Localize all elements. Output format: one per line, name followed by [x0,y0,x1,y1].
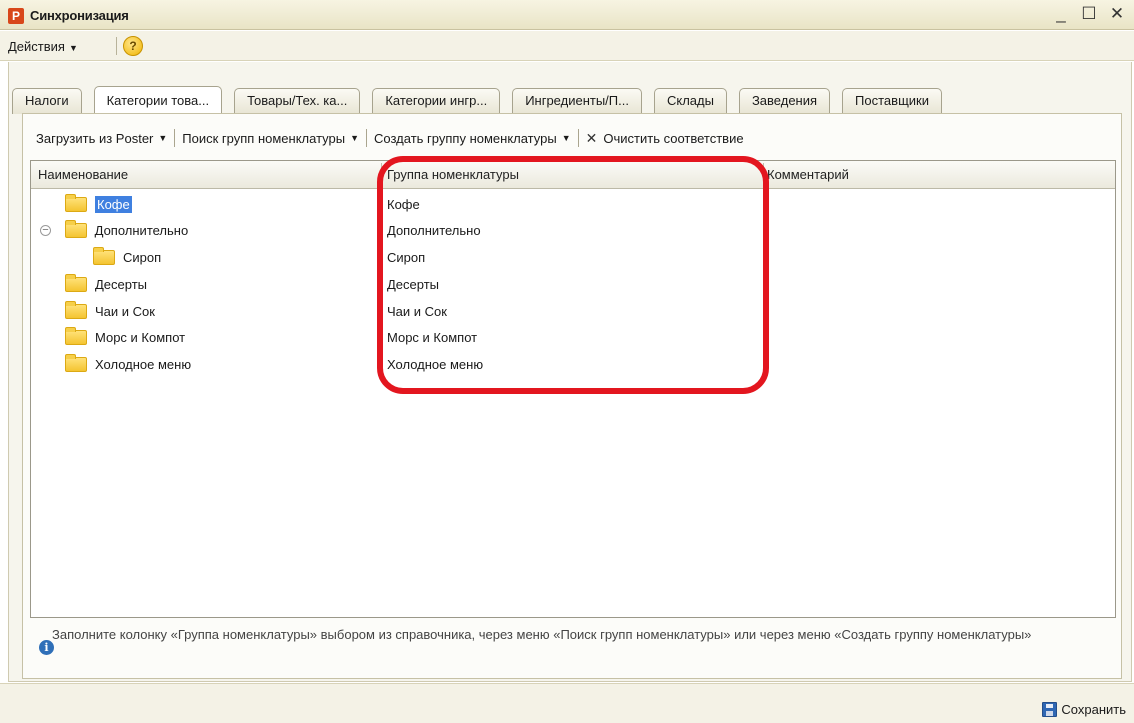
load-from-poster-button[interactable]: Загрузить из Poster ▼ [36,131,167,146]
tab-suppliers[interactable]: Поставщики [842,88,942,114]
table-header: Наименование Группа номенклатуры Коммент… [31,161,1115,189]
table-row[interactable]: Десерты [65,272,147,298]
column-divider[interactable] [763,163,764,187]
row-group-cell[interactable]: Чаи и Сок [387,299,447,325]
tab-ingredients[interactable]: Ингредиенты/П... [512,88,642,114]
row-group-cell[interactable]: Сироп [387,245,425,271]
toolbar-separator [174,129,176,147]
save-button[interactable]: Сохранить [1042,702,1126,717]
folder-icon [93,246,115,265]
column-header-name[interactable]: Наименование [38,167,128,182]
minimize-icon[interactable]: _ [1052,4,1070,24]
load-from-poster-label: Загрузить из Poster [36,130,154,146]
tab-strip: Налоги Категории това... Товары/Тех. ка.… [12,86,954,114]
column-header-group[interactable]: Группа номенклатуры [387,167,519,182]
tab-establishments[interactable]: Заведения [738,88,831,114]
chevron-down-icon: ▼ [561,133,571,143]
maximize-icon[interactable]: ☐ [1080,4,1098,24]
table-row[interactable]: − Дополнительно [40,218,188,244]
collapse-icon[interactable]: − [40,225,51,237]
row-name: Кофе [95,196,132,213]
grid-toolbar: Загрузить из Poster ▼ Поиск групп номенкл… [36,128,744,148]
folder-icon [65,273,87,292]
tab-products[interactable]: Товары/Тех. ка... [234,88,361,114]
chevron-down-icon: ▼ [68,43,78,53]
folder-icon [65,326,87,345]
table-row[interactable]: Морс и Компот [65,325,185,351]
chevron-down-icon: ▼ [350,133,360,143]
folder-icon [64,219,87,238]
row-name: Морс и Компот [95,330,186,345]
clear-mapping-label: Очистить соответствие [603,130,744,146]
column-header-comment[interactable]: Комментарий [767,167,849,182]
column-divider[interactable] [381,163,382,187]
tab-ingredient-categories[interactable]: Категории ингр... [372,88,501,114]
toolbar-separator [366,129,368,147]
chevron-down-icon: ▼ [158,133,168,143]
table-row[interactable]: Холодное меню [65,352,191,378]
row-group-cell[interactable]: Дополнительно [387,218,481,244]
row-name: Дополнительно [94,223,189,238]
table-row[interactable]: Сироп [93,245,161,271]
save-label: Сохранить [1061,702,1126,717]
row-group-cell[interactable]: Десерты [387,272,439,298]
actions-menu-label: Действия [8,39,65,54]
mapping-table[interactable]: Наименование Группа номенклатуры Коммент… [30,160,1116,618]
search-groups-label: Поиск групп номенклатуры [182,130,346,146]
row-name: Холодное меню [95,357,192,372]
row-group-cell[interactable]: Холодное меню [387,352,483,378]
row-group-cell[interactable]: Морс и Компот [387,325,477,351]
window-controls: _ ☐ ✕ [1052,4,1126,24]
footer-bar: Сохранить [0,683,1134,723]
close-icon[interactable]: ✕ [1108,4,1126,24]
hint-text: Заполните колонку «Группа номенклатуры» … [52,627,1032,642]
tab-taxes[interactable]: Налоги [12,88,82,114]
row-group-cell[interactable]: Кофе [387,192,420,218]
row-name: Чаи и Сок [95,304,155,319]
tab-warehouses[interactable]: Склады [653,88,727,114]
create-group-label: Создать группу номенклатуры [374,130,557,146]
toolbar-separator [577,129,579,147]
help-button[interactable]: ? [123,36,143,56]
create-group-button[interactable]: Создать группу номенклатуры ▼ [374,131,571,146]
search-groups-button[interactable]: Поиск групп номенклатуры ▼ [182,131,359,146]
action-bar: Действия ▼ ? [0,31,1134,61]
actions-menu-button[interactable]: Действия ▼ [8,39,78,54]
row-name: Десерты [95,277,148,292]
floppy-disk-icon [1042,702,1058,717]
clear-mapping-button[interactable]: ✕ Очистить соответствие [586,130,744,147]
row-name: Сироп [123,250,162,265]
folder-icon [65,193,87,212]
toolbar-separator [116,37,117,55]
folder-icon [65,300,87,319]
title-bar: P Синхронизация _ ☐ ✕ [0,0,1134,30]
folder-icon [65,353,87,372]
app-logo-icon: P [8,8,24,24]
clear-icon: ✕ [585,129,598,146]
tab-product-categories[interactable]: Категории това... [93,86,223,114]
table-row[interactable]: Чаи и Сок [65,299,155,325]
table-row[interactable]: Кофе [65,192,132,218]
window-title: Синхронизация [30,8,129,23]
